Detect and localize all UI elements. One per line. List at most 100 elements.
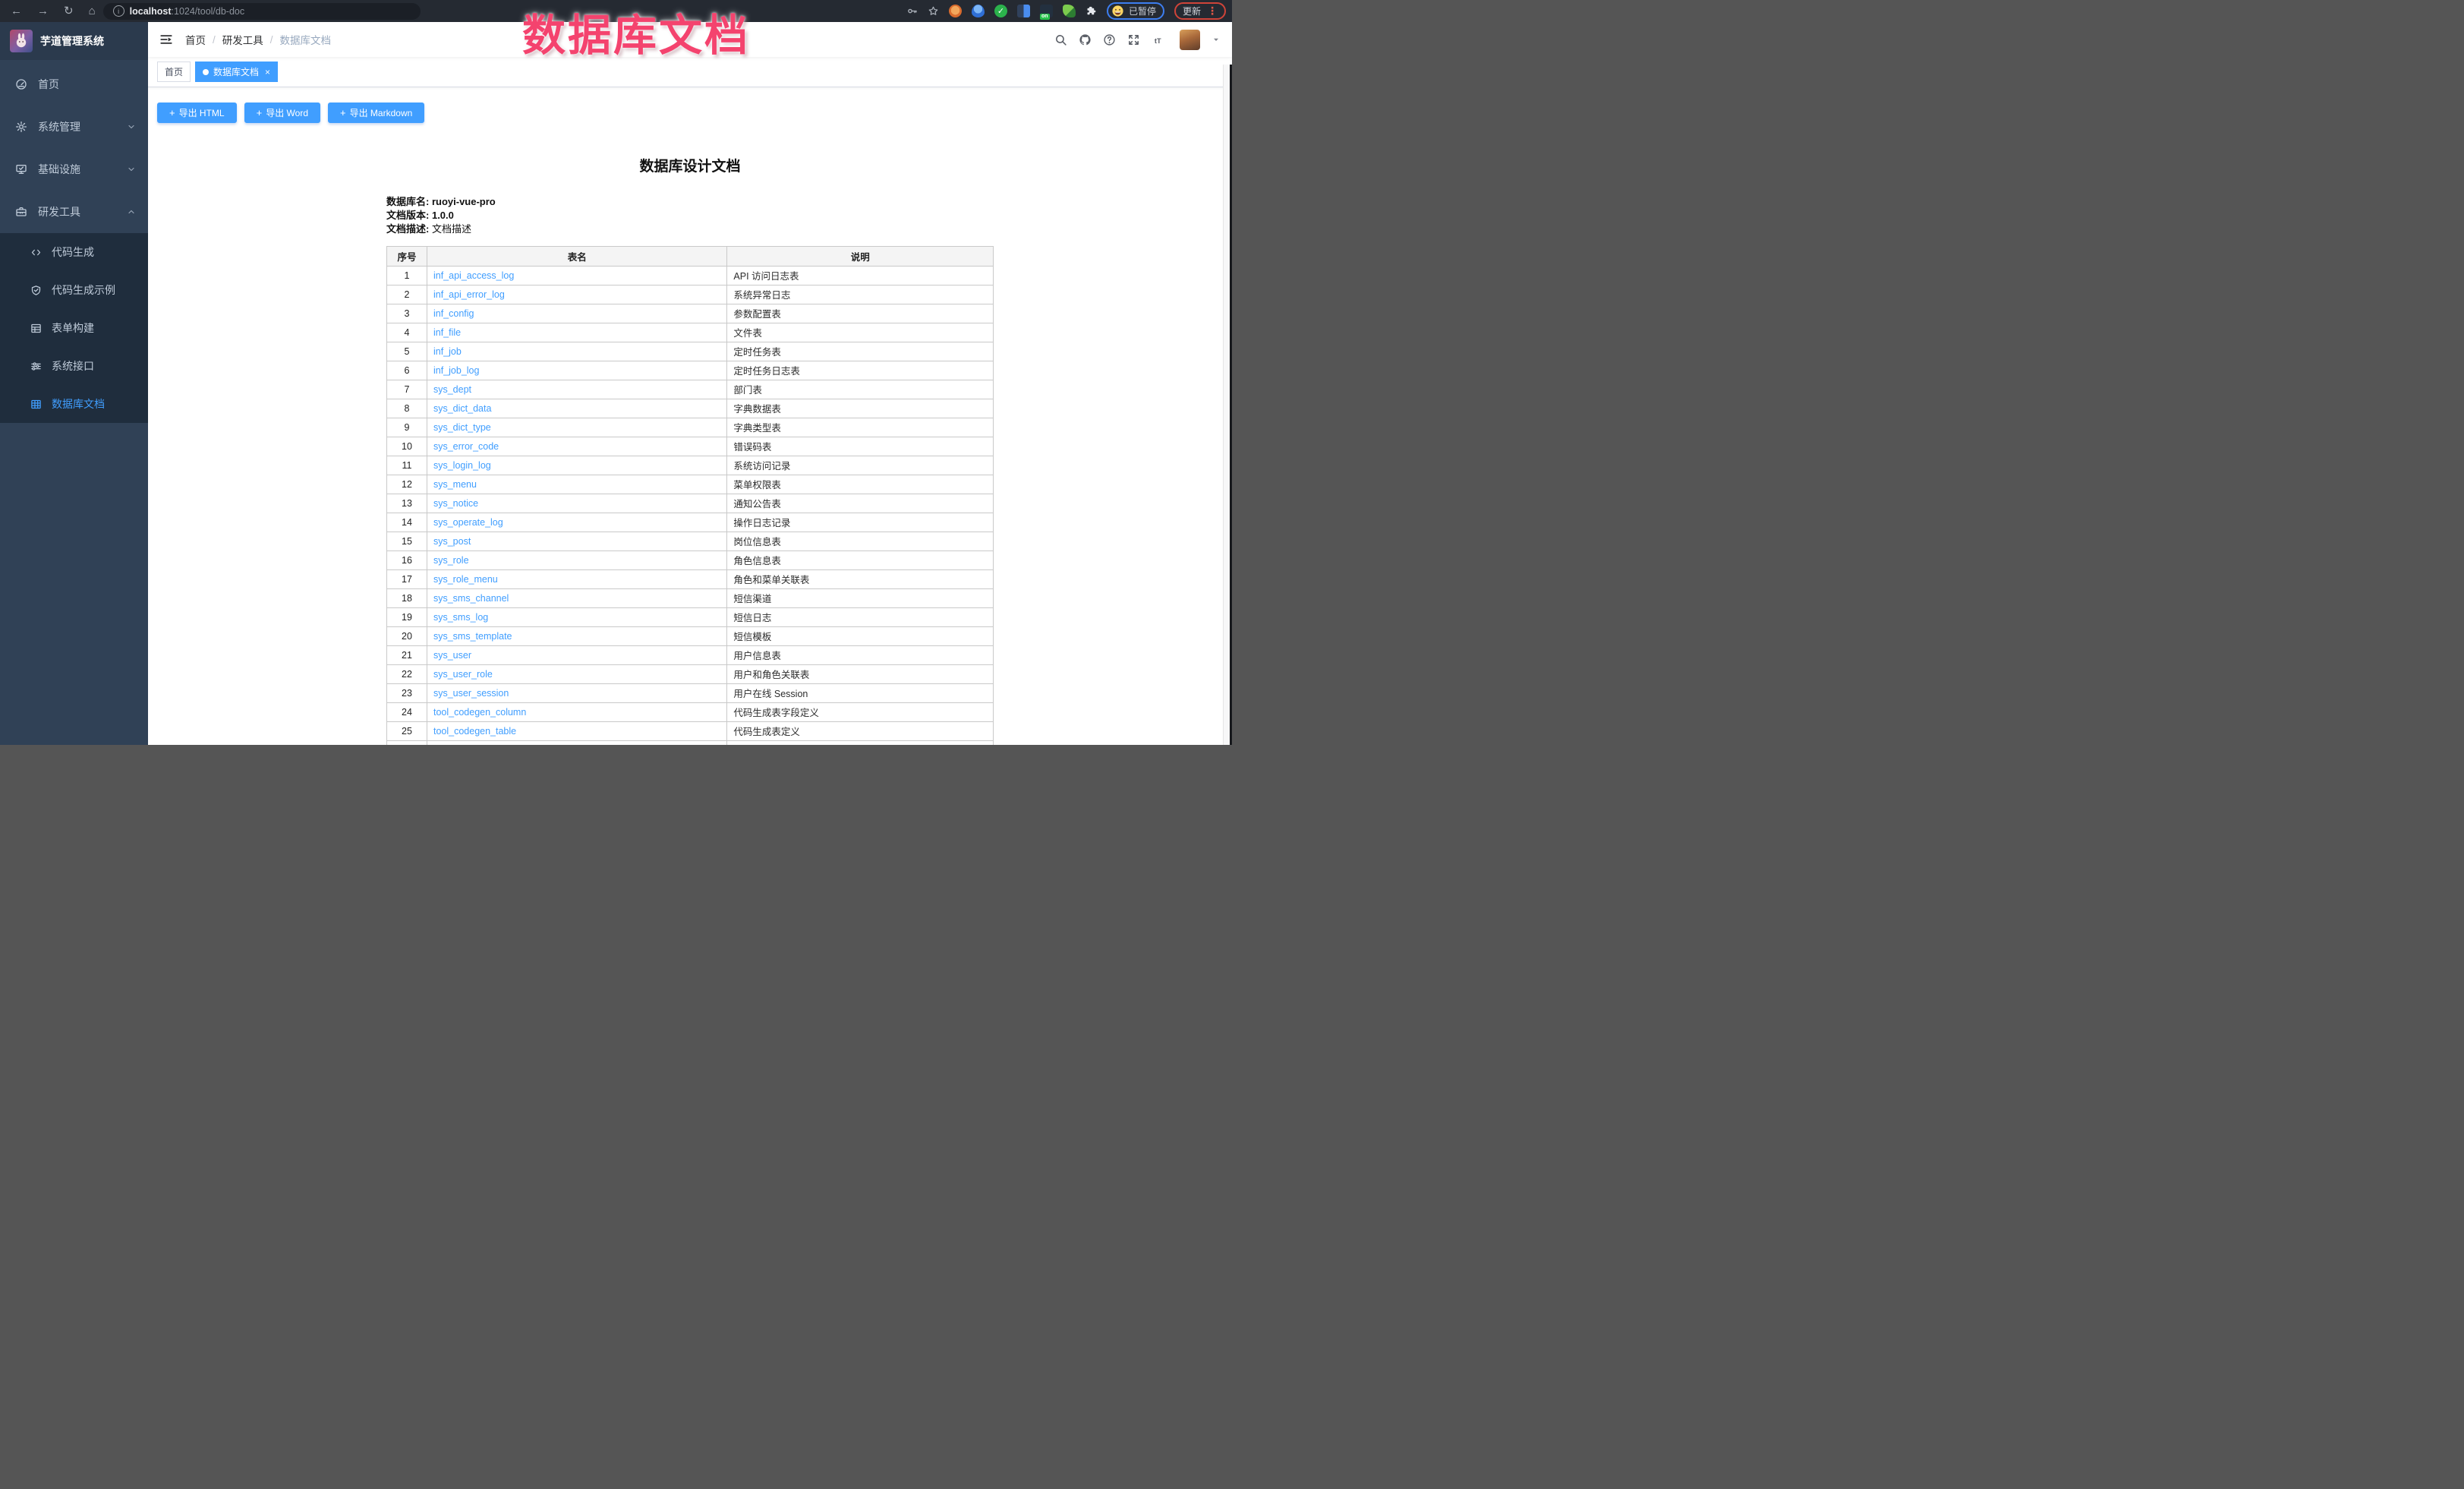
table-name-link[interactable]: sys_operate_log <box>433 517 503 528</box>
sidebar-item-数据库文档[interactable]: 数据库文档 <box>0 385 148 423</box>
forward-icon[interactable]: → <box>37 5 49 17</box>
table-name-link[interactable]: sys_user_session <box>433 688 509 699</box>
screen: ← → ↻ ⌂ i localhost:1024/tool/db-doc ✓ o… <box>0 0 1232 745</box>
table-name-link[interactable]: sys_login_log <box>433 460 491 471</box>
browser-menu-icon[interactable]: ⋮ <box>1207 5 1218 17</box>
extension-green-check-icon[interactable]: ✓ <box>994 5 1007 17</box>
table-name-link[interactable]: sys_sms_channel <box>433 593 509 604</box>
table-name-link[interactable]: sys_notice <box>433 498 478 509</box>
key-icon[interactable] <box>906 5 918 17</box>
sidebar-item-系统管理[interactable]: 系统管理 <box>0 106 148 148</box>
table-name-link[interactable]: inf_api_error_log <box>433 289 505 300</box>
avatar[interactable] <box>1180 30 1200 50</box>
row-index: 15 <box>387 532 427 550</box>
scrollbar[interactable] <box>1223 65 1230 745</box>
icon-monitor <box>15 163 27 175</box>
table-name-link[interactable]: inf_api_access_log <box>433 270 514 281</box>
table-name-link[interactable]: sys_dept <box>433 384 471 395</box>
table-name-link[interactable]: tool_codegen_column <box>433 707 526 718</box>
table-row: 4inf_file文件表 <box>387 323 994 342</box>
fullscreen-icon[interactable] <box>1127 33 1140 46</box>
table-name-link[interactable]: sys_menu <box>433 479 477 490</box>
export-html-button[interactable]: + 导出 HTML <box>157 103 237 123</box>
row-index: 6 <box>387 361 427 380</box>
row-index: 3 <box>387 304 427 323</box>
icon-table <box>30 399 42 410</box>
puzzle-icon[interactable] <box>1085 5 1097 17</box>
table-row: 12sys_menu菜单权限表 <box>387 475 994 494</box>
table-name-link[interactable]: sys_dict_data <box>433 403 491 414</box>
sidebar-item-基础设施[interactable]: 基础设施 <box>0 148 148 191</box>
extension-dark-on-icon[interactable]: on <box>1040 5 1053 17</box>
tags-bar: 首页 数据库文档 × <box>148 57 1232 87</box>
row-index: 7 <box>387 380 427 399</box>
table-name-link[interactable]: sys_role <box>433 555 469 566</box>
table-name-link[interactable]: tool_codegen_table <box>433 726 516 737</box>
table-name-link[interactable]: inf_file <box>433 327 461 338</box>
logo-rabbit-icon <box>10 30 33 52</box>
plus-icon: + <box>340 107 346 118</box>
export-markdown-button[interactable]: + 导出 Markdown <box>328 103 424 123</box>
sidebar-toggle-icon[interactable] <box>159 33 173 46</box>
tag-db-doc[interactable]: 数据库文档 × <box>195 62 278 82</box>
table-name-link[interactable]: sys_sms_log <box>433 612 488 623</box>
reload-icon[interactable]: ↻ <box>64 5 74 17</box>
sidebar-item-系统接口[interactable]: 系统接口 <box>0 347 148 385</box>
extension-blue-pin-icon[interactable] <box>972 5 985 17</box>
main-area: 首页/研发工具/数据库文档 首页 数据库文档 × <box>148 22 1232 745</box>
table-name-link[interactable]: inf_job_log <box>433 365 479 376</box>
search-icon[interactable] <box>1054 33 1067 46</box>
table-row: 8sys_dict_data字典数据表 <box>387 399 994 418</box>
table-name-link[interactable]: sys_user_role <box>433 669 493 680</box>
sidebar-item-代码生成[interactable]: 代码生成 <box>0 233 148 271</box>
sidebar-item-首页[interactable]: 首页 <box>0 63 148 106</box>
table-row: 19sys_sms_log短信日志 <box>387 607 994 626</box>
extension-blue-grid-icon[interactable] <box>1017 5 1030 17</box>
table-row: 5inf_job定时任务表 <box>387 342 994 361</box>
address-bar[interactable]: i localhost:1024/tool/db-doc <box>103 3 421 20</box>
active-dot-icon <box>203 69 209 75</box>
caret-down-icon[interactable] <box>1212 35 1221 44</box>
breadcrumb-item: 数据库文档 <box>280 32 332 47</box>
sidebar-logo[interactable]: 芋道管理系统 <box>0 22 148 60</box>
back-icon[interactable]: ← <box>11 5 22 17</box>
row-index: 4 <box>387 323 427 342</box>
home-icon[interactable]: ⌂ <box>89 5 96 17</box>
table-name-link[interactable]: sys_dict_type <box>433 422 491 433</box>
row-index: 24 <box>387 702 427 721</box>
update-button[interactable]: 更新 ⋮ <box>1174 2 1226 20</box>
sidebar-item-label: 数据库文档 <box>52 396 105 412</box>
row-index: 22 <box>387 664 427 683</box>
site-info-icon[interactable]: i <box>113 5 124 17</box>
font-size-icon[interactable] <box>1152 33 1168 46</box>
github-icon[interactable] <box>1079 33 1092 46</box>
icon-sliders <box>30 361 42 372</box>
plus-icon: + <box>257 107 263 118</box>
table-row: 16sys_role角色信息表 <box>387 550 994 569</box>
table-name-link[interactable]: sys_post <box>433 536 471 547</box>
star-icon[interactable] <box>928 5 939 17</box>
sidebar-item-研发工具[interactable]: 研发工具 <box>0 191 148 233</box>
breadcrumb-item[interactable]: 研发工具 <box>222 32 263 47</box>
table-name-link[interactable]: sys_user <box>433 650 471 661</box>
profile-paused-badge[interactable]: 已暂停 <box>1107 2 1164 20</box>
export-word-button[interactable]: + 导出 Word <box>244 103 320 123</box>
table-name-link[interactable]: sys_sms_template <box>433 631 512 642</box>
table-name-link[interactable]: inf_job <box>433 346 462 357</box>
table-name-link[interactable]: sys_error_code <box>433 441 499 452</box>
emoji-avatar-icon <box>1111 5 1124 17</box>
breadcrumb-item[interactable]: 首页 <box>185 32 206 47</box>
row-description: 短信日志 <box>727 607 994 626</box>
sidebar-item-代码生成示例[interactable]: 代码生成示例 <box>0 271 148 309</box>
extension-green-icon[interactable] <box>1063 5 1076 17</box>
close-icon[interactable]: × <box>265 67 270 77</box>
row-index: 26 <box>387 740 427 745</box>
table-name-link[interactable]: sys_role_menu <box>433 574 498 585</box>
help-icon[interactable] <box>1103 33 1116 46</box>
meta-value: 文档描述 <box>432 223 471 235</box>
sidebar-item-表单构建[interactable]: 表单构建 <box>0 309 148 347</box>
tag-home[interactable]: 首页 <box>157 62 191 82</box>
header-table-name: 表名 <box>427 246 726 266</box>
extension-orange-icon[interactable] <box>949 5 962 17</box>
table-name-link[interactable]: inf_config <box>433 308 474 319</box>
